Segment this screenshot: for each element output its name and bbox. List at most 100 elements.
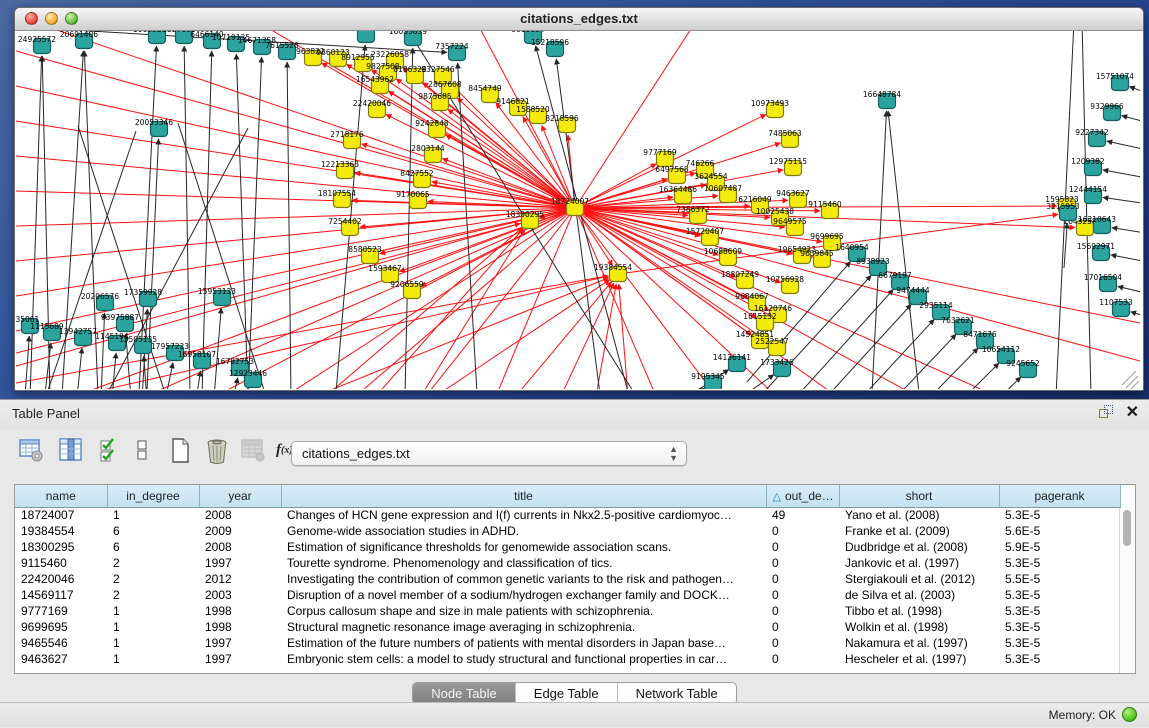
- graph-edge[interactable]: [399, 208, 575, 272]
- graph-edge[interactable]: [1129, 87, 1140, 101]
- graph-edge[interactable]: [101, 313, 105, 389]
- graph-edge[interactable]: [1112, 228, 1140, 234]
- network-desktop: citations_edges.txt 18724007796382298601…: [0, 0, 1149, 399]
- graph-edge[interactable]: [214, 308, 221, 389]
- graph-edge[interactable]: [813, 304, 911, 389]
- network-window[interactable]: citations_edges.txt 18724007796382298601…: [14, 7, 1144, 391]
- graph-edge[interactable]: [888, 111, 919, 389]
- graph-node-label: 1615132: [743, 312, 777, 321]
- column-header-name[interactable]: name: [15, 485, 107, 507]
- table-row[interactable]: 1830029562008Estimation of significance …: [15, 539, 1120, 555]
- tab-node-table[interactable]: Node Table: [413, 683, 516, 704]
- network-window-titlebar[interactable]: citations_edges.txt: [15, 8, 1143, 31]
- graph-edge-red[interactable]: [16, 208, 575, 331]
- table-scrollbar[interactable]: [1119, 508, 1135, 673]
- graph-node-label: 18300295: [506, 210, 544, 219]
- graph-edge[interactable]: [376, 229, 523, 389]
- graph-node-label: 10756928: [766, 275, 804, 284]
- graph-edge[interactable]: [1103, 197, 1140, 204]
- table-row[interactable]: 911546021997Tourette syndrome. Phenomeno…: [15, 555, 1120, 571]
- column-header-in_degree[interactable]: in_degree: [107, 485, 199, 507]
- graph-node-label: 8218596: [545, 114, 579, 123]
- graph-node-label: 8454749: [468, 84, 502, 93]
- table-options-button[interactable]: [18, 437, 44, 463]
- graph-edge[interactable]: [1111, 255, 1140, 263]
- graph-edge-red[interactable]: [575, 208, 1140, 361]
- graph-edge[interactable]: [1118, 286, 1140, 296]
- graph-node-label: 7357224: [435, 42, 469, 51]
- graph-edge[interactable]: [77, 348, 82, 389]
- table-row[interactable]: 946362711997Embryonic stem cells: a mode…: [15, 651, 1120, 667]
- select-column-button[interactable]: [58, 437, 84, 463]
- graph-edge[interactable]: [868, 334, 956, 389]
- network-view-canvas[interactable]: 1872400779638229860123891295523226058982…: [16, 31, 1140, 389]
- graph-node-label: 20691406: [60, 31, 98, 39]
- graph-node-label: 15720407: [686, 227, 724, 236]
- graph-edge[interactable]: [1122, 116, 1140, 127]
- graph-edge[interactable]: [405, 48, 413, 389]
- float-panel-icon[interactable]: [1099, 405, 1114, 420]
- tab-network-table[interactable]: Network Table: [618, 683, 736, 704]
- table-row[interactable]: 1938455462009Genome-wide association stu…: [15, 523, 1120, 539]
- column-header-title[interactable]: title: [281, 485, 766, 507]
- graph-node-label: 8471676: [963, 330, 997, 339]
- graph-edge[interactable]: [436, 280, 610, 389]
- graph-edge[interactable]: [1103, 170, 1140, 178]
- graph-edge-red[interactable]: [356, 208, 575, 389]
- graph-node-label: 6497568: [655, 165, 689, 174]
- column-header-short[interactable]: short: [839, 485, 999, 507]
- graph-edge-black[interactable]: [1082, 31, 1091, 389]
- graph-node-label: 7615526: [265, 41, 299, 50]
- graph-edge[interactable]: [287, 62, 291, 389]
- graph-edge[interactable]: [316, 278, 609, 389]
- graph-node-label: 16648784: [863, 90, 901, 99]
- table-row[interactable]: 1456911722003Disruption of a novel membe…: [15, 587, 1120, 603]
- graph-node-label: 20053346: [135, 118, 173, 127]
- graph-edge-red[interactable]: [16, 208, 575, 366]
- graph-edge[interactable]: [30, 56, 42, 389]
- network-graph[interactable]: 1872400779638229860123891295523226058982…: [16, 31, 1140, 389]
- column-header-out_de[interactable]: △out_de…: [766, 485, 839, 507]
- graph-node-label: 2803144: [411, 144, 445, 153]
- graph-node-label: 8912955: [341, 53, 375, 62]
- scrollbar-thumb[interactable]: [1123, 510, 1131, 546]
- table-row[interactable]: 977716911998Corpus callosum shape and si…: [15, 603, 1120, 619]
- table-selector-dropdown[interactable]: citations_edges.txt ▲▼: [291, 441, 687, 466]
- column-header-year[interactable]: year: [199, 485, 281, 507]
- delete-table-button[interactable]: [204, 437, 230, 465]
- graph-node-label: 9206559: [390, 280, 424, 289]
- graph-edge[interactable]: [948, 377, 1021, 389]
- hide-columns-button[interactable]: [134, 437, 150, 463]
- graph-edge[interactable]: [1064, 223, 1067, 268]
- graph-edge[interactable]: [1107, 141, 1140, 151]
- close-panel-icon[interactable]: ✕: [1126, 405, 1139, 420]
- graph-edge[interactable]: [872, 111, 886, 389]
- create-table-button[interactable]: [168, 437, 192, 464]
- graph-node-label: 9777169: [643, 148, 677, 157]
- combo-arrows-icon: ▲▼: [669, 445, 678, 463]
- table-row[interactable]: 946554611997Estimation of the future num…: [15, 635, 1120, 651]
- graph-node-label: 22420046: [353, 99, 391, 108]
- graph-node-label: 10973493: [751, 99, 789, 108]
- unchecked-boxes-icon: [134, 437, 150, 463]
- graph-node-label: 14136141: [713, 353, 751, 362]
- graph-node-label: 8427552: [400, 169, 434, 178]
- table-row[interactable]: 2242004622012Investigating the contribut…: [15, 571, 1120, 587]
- graph-node-label: 10688609: [704, 247, 742, 256]
- tab-edge-table[interactable]: Edge Table: [516, 683, 618, 704]
- graph-node-label: 9227342: [1075, 128, 1109, 137]
- graph-node-label: 17016504: [1084, 273, 1122, 282]
- graph-edge[interactable]: [236, 54, 248, 389]
- graph-edge[interactable]: [663, 388, 704, 389]
- graph-edge[interactable]: [184, 46, 190, 389]
- graph-node-label: 7485063: [768, 129, 802, 138]
- graph-node-label: 1107533: [1099, 298, 1133, 307]
- graph-edge-red[interactable]: [286, 208, 575, 389]
- table-row[interactable]: 1872400712008Changes of HCN gene express…: [15, 507, 1120, 523]
- table-row[interactable]: 969969511998Structural magnetic resonanc…: [15, 619, 1120, 635]
- graph-node-label: 1733426: [760, 358, 794, 367]
- show-columns-button[interactable]: [98, 437, 120, 463]
- graph-edge-red[interactable]: [16, 208, 575, 226]
- graph-node-label: 9245652: [1006, 359, 1040, 368]
- column-header-pagerank[interactable]: pagerank: [999, 485, 1120, 507]
